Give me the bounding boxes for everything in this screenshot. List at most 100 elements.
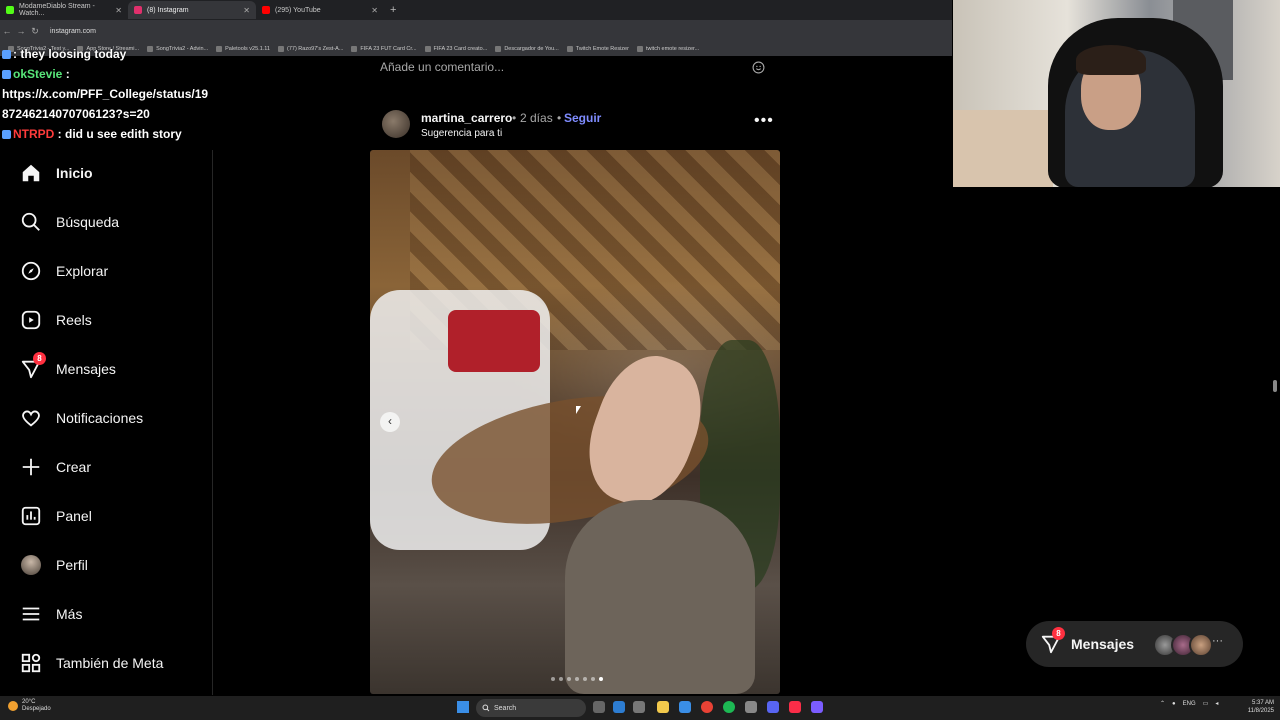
taskbar-search[interactable]: Search bbox=[476, 699, 586, 717]
sidebar-item-busqueda[interactable]: Búsqueda bbox=[20, 207, 119, 237]
url-field[interactable]: instagram.com bbox=[50, 28, 96, 35]
photo-cup bbox=[448, 310, 540, 372]
chrome-icon[interactable] bbox=[701, 701, 713, 713]
webcam-overlay bbox=[953, 0, 1280, 187]
sidebar-item-label: Mensajes bbox=[56, 361, 116, 377]
mic-icon[interactable]: ● bbox=[1172, 701, 1176, 707]
sidebar-item-label: Búsqueda bbox=[56, 214, 120, 230]
home-icon bbox=[20, 162, 42, 184]
sidebar-item-inicio[interactable]: Inicio bbox=[20, 158, 93, 188]
clock-date: 11/8/2025 bbox=[1247, 708, 1274, 714]
sidebar-item-mas[interactable]: Más bbox=[20, 599, 82, 629]
scrollbar-thumb[interactable] bbox=[1273, 380, 1277, 392]
reload-icon[interactable]: ↻ bbox=[28, 26, 42, 37]
messages-pill[interactable]: 8 Mensajes ··· bbox=[1026, 621, 1243, 667]
post-username[interactable]: martina_carrero bbox=[421, 111, 512, 125]
volume-icon[interactable]: ◂ bbox=[1215, 700, 1218, 707]
music-icon[interactable] bbox=[789, 701, 801, 713]
sidebar-item-tambien-de-meta[interactable]: También de Meta bbox=[20, 648, 163, 678]
clock[interactable]: 5:37 AM 11/8/2025 bbox=[1240, 699, 1274, 715]
webcam-hair bbox=[1076, 45, 1146, 75]
weather-widget[interactable]: 20°C Despejado bbox=[8, 699, 51, 713]
app-icon[interactable] bbox=[745, 701, 757, 713]
chart-icon bbox=[20, 505, 42, 527]
stream-chat-overlay: : they loosing today okStevie : https://… bbox=[2, 44, 210, 144]
tab-kick[interactable]: ModameDiablo Stream - Watch... ✕ bbox=[0, 1, 128, 19]
post-time: 2 días bbox=[520, 111, 553, 125]
bookmark-item[interactable]: twitch emote resizer... bbox=[636, 46, 699, 52]
back-icon[interactable]: ← bbox=[0, 26, 14, 36]
sidebar-item-crear[interactable]: Crear bbox=[20, 452, 91, 482]
file-explorer-icon[interactable] bbox=[657, 701, 669, 713]
windows-start-icon[interactable] bbox=[457, 701, 469, 713]
mail-icon[interactable] bbox=[679, 701, 691, 713]
task-view-icon[interactable] bbox=[593, 701, 605, 713]
comment-input[interactable]: Añade un comentario... bbox=[380, 60, 504, 74]
forward-icon[interactable]: → bbox=[14, 26, 28, 36]
instagram-sidebar: Inicio Búsqueda Explorar Reels 8 Mensaje… bbox=[0, 150, 213, 695]
search-icon bbox=[482, 704, 490, 712]
bookmark-favicon-icon bbox=[636, 46, 643, 52]
edge-icon[interactable] bbox=[613, 701, 625, 713]
follow-button[interactable]: Seguir bbox=[564, 111, 601, 125]
bookmark-item[interactable]: FIFA 23 Card creato... bbox=[424, 46, 487, 52]
app-icon[interactable] bbox=[811, 701, 823, 713]
plus-icon bbox=[20, 456, 42, 478]
tab-youtube[interactable]: (295) YouTube ✕ bbox=[256, 1, 384, 19]
bookmark-favicon-icon bbox=[566, 46, 573, 52]
sidebar-item-notificaciones[interactable]: Notificaciones bbox=[20, 403, 143, 433]
meta-apps-icon bbox=[20, 652, 42, 674]
badge-icon bbox=[2, 130, 11, 139]
new-tab-button[interactable]: + bbox=[390, 4, 396, 16]
separator: • bbox=[512, 111, 517, 125]
carousel-dot bbox=[551, 677, 555, 681]
spotify-icon[interactable] bbox=[723, 701, 735, 713]
post-header: martina_carrero • 2 días • Seguir Sugere… bbox=[380, 108, 780, 146]
tab-label: (8) Instagram bbox=[147, 6, 189, 14]
sidebar-item-label: Perfil bbox=[56, 557, 88, 573]
language-indicator[interactable]: ENG bbox=[1183, 701, 1196, 707]
tab-label: ModameDiablo Stream - Watch... bbox=[19, 3, 95, 17]
badge-icon bbox=[2, 70, 11, 79]
photo-urn bbox=[565, 500, 755, 694]
carousel-prev-button[interactable]: ‹ bbox=[380, 412, 400, 432]
notification-badge: 8 bbox=[33, 352, 46, 365]
compass-icon bbox=[20, 260, 42, 282]
separator: • bbox=[557, 111, 562, 125]
chat-username: okStevie bbox=[13, 67, 63, 81]
bookmark-item[interactable]: Descargador de You... bbox=[495, 46, 559, 52]
sidebar-item-explorar[interactable]: Explorar bbox=[20, 256, 108, 286]
app-icon[interactable] bbox=[633, 701, 645, 713]
close-icon[interactable]: ✕ bbox=[243, 6, 250, 15]
carousel-dot bbox=[591, 677, 595, 681]
emoji-icon[interactable] bbox=[752, 61, 765, 74]
browser-tab-bar: ModameDiablo Stream - Watch... ✕ (8) Ins… bbox=[0, 0, 952, 20]
sidebar-item-label: Panel bbox=[56, 508, 92, 524]
bookmark-item[interactable]: FIFA 23 FUT Card Cr... bbox=[351, 46, 417, 52]
tab-instagram[interactable]: (8) Instagram ✕ bbox=[128, 1, 256, 19]
more-avatars-icon: ··· bbox=[1212, 635, 1223, 647]
bookmark-item[interactable]: Paletools v25.1.11 bbox=[216, 46, 270, 52]
close-icon[interactable]: ✕ bbox=[115, 6, 122, 15]
sidebar-item-perfil[interactable]: Perfil bbox=[20, 550, 88, 580]
bookmark-favicon-icon bbox=[216, 46, 223, 52]
chat-message-text: https://x.com/PFF_College/status/1987246… bbox=[2, 87, 209, 121]
discord-icon[interactable] bbox=[767, 701, 779, 713]
bookmark-favicon-icon bbox=[495, 46, 502, 52]
system-tray: ⌃ ● ENG ▭ ◂ bbox=[1160, 700, 1218, 708]
sidebar-item-mensajes[interactable]: 8 Mensajes bbox=[20, 352, 116, 384]
instagram-favicon-icon bbox=[134, 6, 142, 14]
bookmark-item[interactable]: Twitch Emote Resizer bbox=[566, 46, 629, 52]
close-icon[interactable]: ✕ bbox=[371, 6, 378, 15]
bookmark-item[interactable]: (77) Razo97's Zest-A... bbox=[278, 46, 343, 52]
reels-icon bbox=[20, 309, 42, 331]
sidebar-item-reels[interactable]: Reels bbox=[20, 305, 92, 335]
more-options-icon[interactable]: ••• bbox=[754, 112, 774, 130]
sidebar-item-panel[interactable]: Panel bbox=[20, 501, 92, 531]
post-image[interactable] bbox=[370, 150, 780, 694]
chevron-up-icon[interactable]: ⌃ bbox=[1160, 700, 1165, 707]
network-icon[interactable]: ▭ bbox=[1203, 700, 1209, 707]
carousel-dot bbox=[583, 677, 587, 681]
chat-message: : they loosing today bbox=[2, 44, 210, 64]
avatar[interactable] bbox=[382, 110, 410, 138]
